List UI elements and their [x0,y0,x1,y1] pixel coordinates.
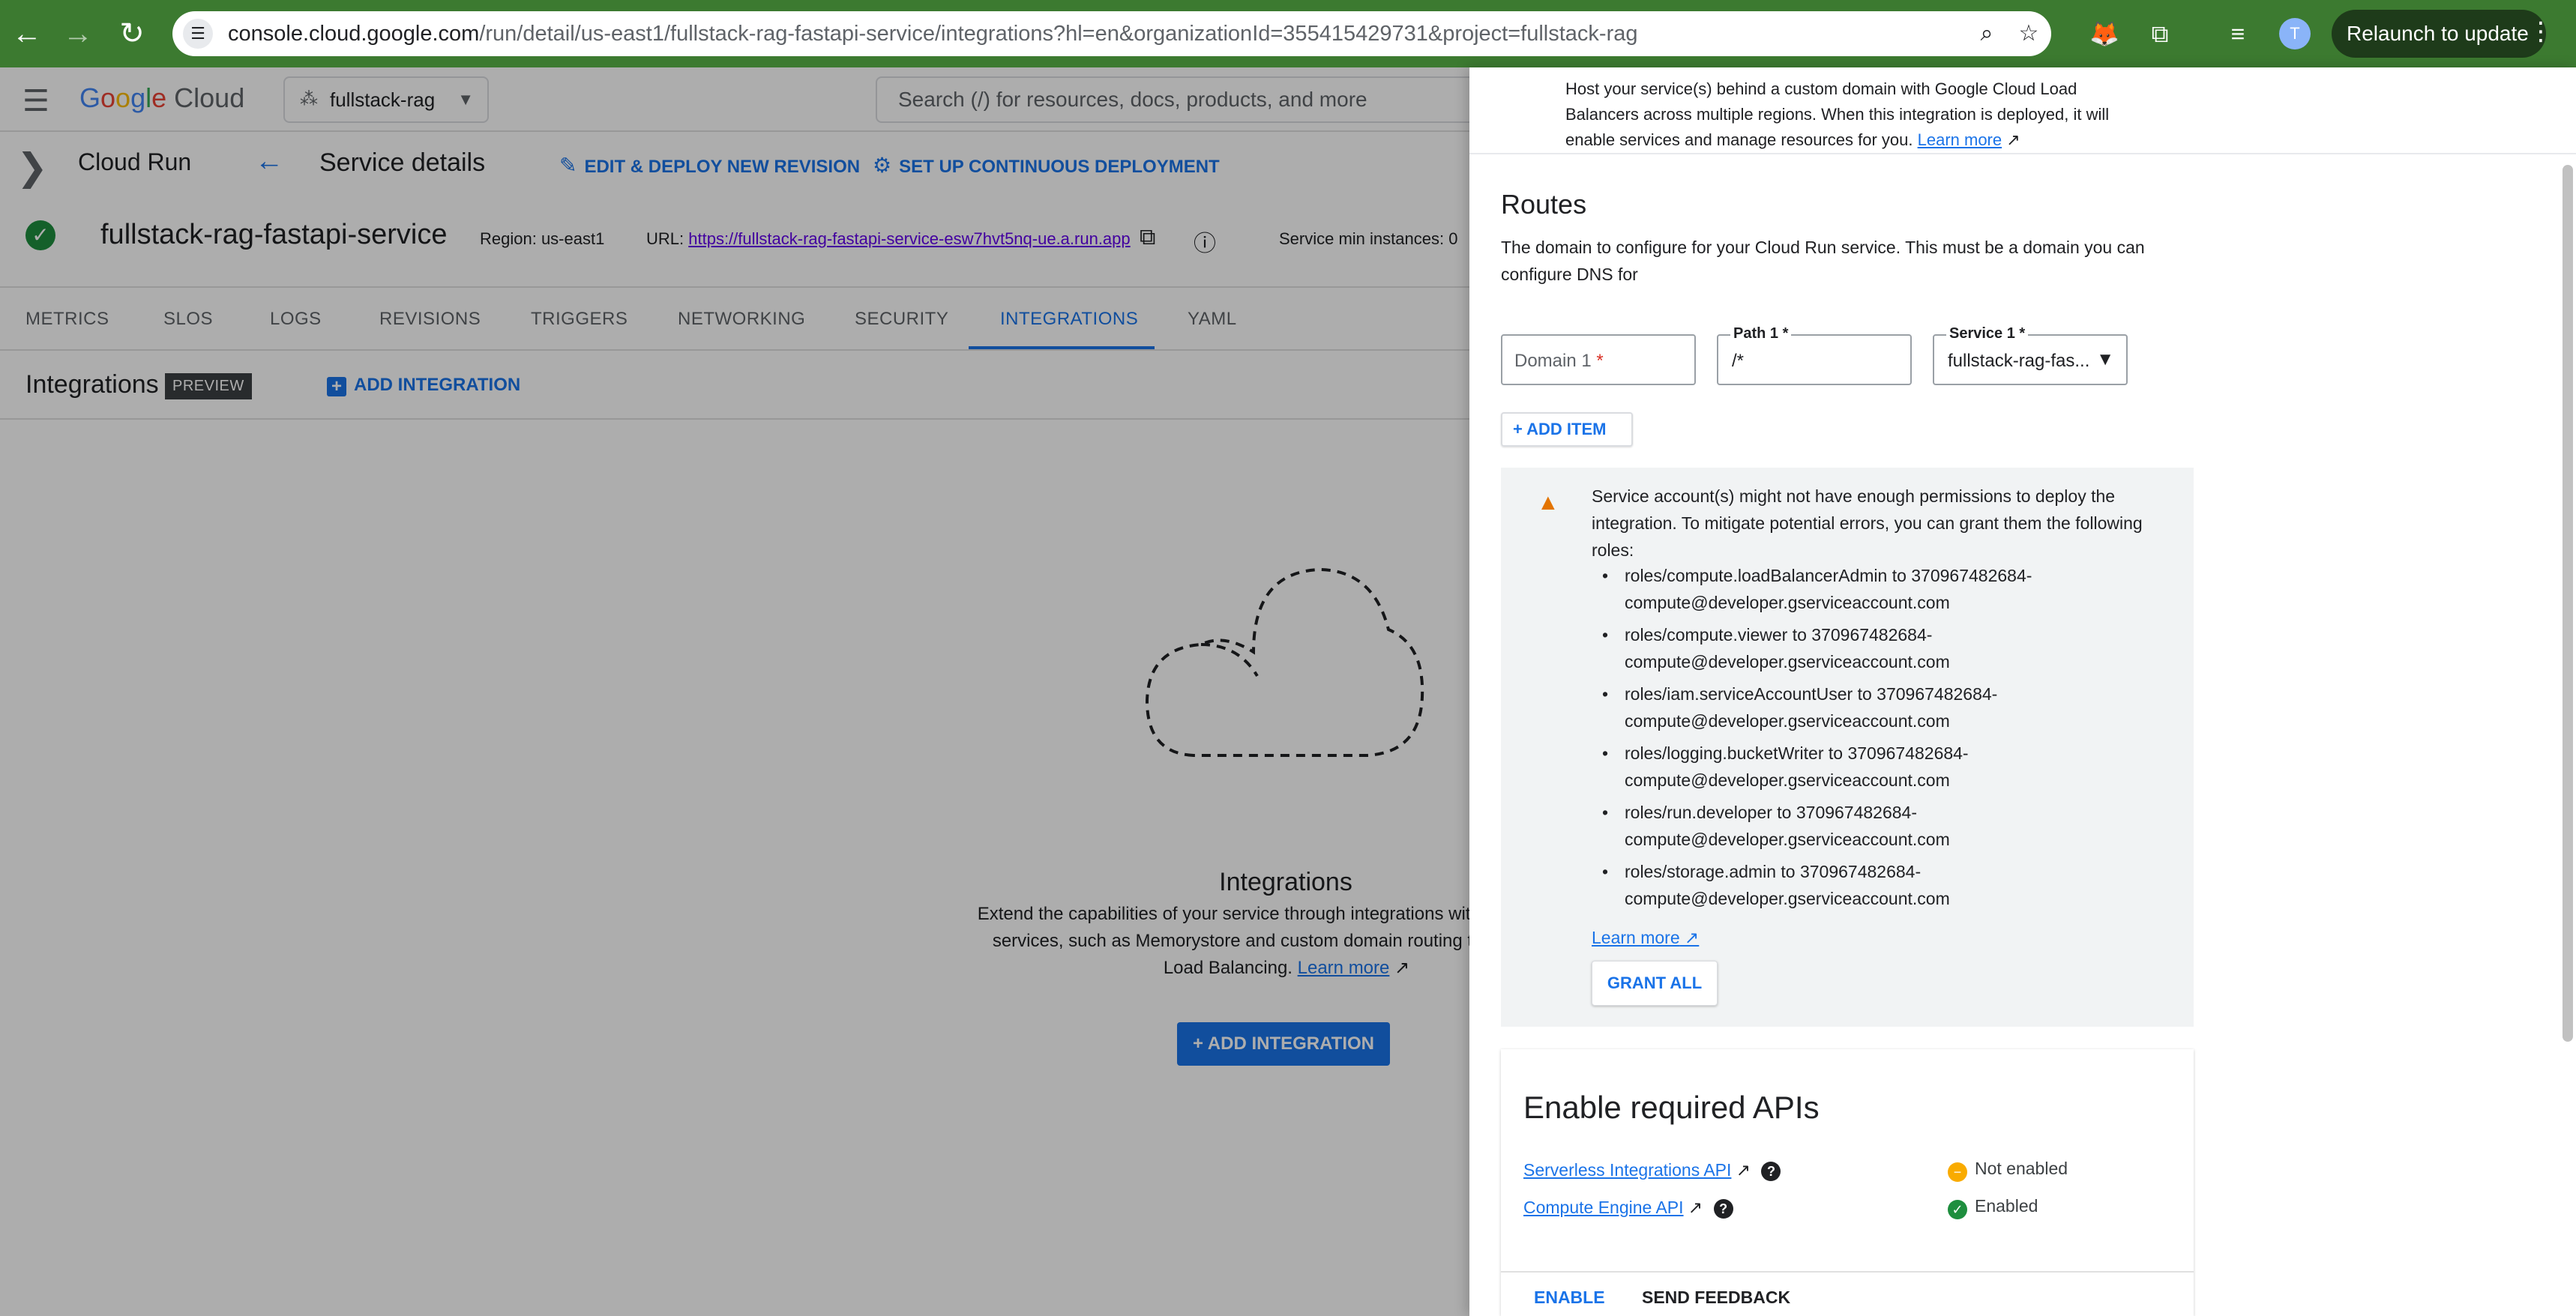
extensions-puzzle-icon[interactable]: ⧉ [2143,16,2177,51]
grant-all-button[interactable]: GRANT ALL [1592,961,1718,1006]
api-status: ✓ Enabled [1948,1196,2038,1219]
list-item: roles/compute.viewer to 370967482684-com… [1592,621,2169,675]
service-select[interactable]: Service 1 * fullstack-rag-fas... ▼ [1933,325,2128,385]
list-item: roles/run.developer to 370967482684-comp… [1592,799,2169,853]
external-link-icon: ↗ [2006,130,2020,149]
send-feedback-button[interactable]: SEND FEEDBACK [1642,1288,1790,1308]
integration-side-panel: Host your service(s) behind a custom dom… [1469,67,2576,1316]
reload-icon[interactable]: ↻ [105,0,159,67]
back-arrow-icon[interactable]: ← [0,0,54,67]
reading-list-icon[interactable]: ≡ [2221,16,2255,51]
forward-arrow-icon[interactable]: → [51,0,105,67]
list-item: roles/iam.serviceAccountUser to 37096748… [1592,680,2169,734]
modal-scrim[interactable] [0,67,1469,1316]
api-row: Serverless Integrations API ↗ ? [1523,1160,1781,1181]
divider [1469,153,2576,154]
zoom-icon[interactable]: ⌕ [1972,19,2002,49]
roles-list: roles/compute.loadBalancerAdmin to 37096… [1592,562,2169,917]
add-item-button[interactable]: + ADD ITEM [1501,412,1633,447]
warning-learn-more-link[interactable]: Learn more ↗ [1592,928,1699,948]
relaunch-button[interactable]: Relaunch to update [2332,10,2546,58]
list-item: roles/logging.bucketWriter to 3709674826… [1592,740,2169,794]
service-label: Service 1 * [1946,325,2029,342]
domain-input[interactable]: Domain 1 * [1501,334,1696,385]
external-link-icon: ↗ [1688,1198,1703,1217]
enabled-status-icon: ✓ [1948,1200,1967,1219]
api-status: − Not enabled [1948,1159,2068,1182]
profile-avatar[interactable]: T [2279,18,2311,49]
address-url[interactable]: console.cloud.google.com/run/detail/us-e… [228,11,1877,56]
bookmark-star-icon[interactable]: ☆ [2014,19,2044,49]
help-icon[interactable]: ? [1761,1162,1781,1181]
serverless-integrations-api-link[interactable]: Serverless Integrations API [1523,1160,1731,1180]
enable-button[interactable]: ENABLE [1534,1288,1605,1308]
browser-menu-icon[interactable]: ⋮ [2528,16,2554,46]
api-row: Compute Engine API ↗ ? [1523,1198,1733,1219]
panel-intro: Host your service(s) behind a custom dom… [1565,79,2110,149]
panel-scrollbar[interactable] [2563,165,2573,1042]
path-label: Path 1 * [1730,325,1792,342]
divider [1501,1271,2194,1273]
path-input[interactable]: Path 1 * /* [1717,325,1912,385]
help-icon[interactable]: ? [1713,1199,1733,1219]
browser-toolbar: ← → ↻ ☰ console.cloud.google.com/run/det… [0,0,2576,67]
warning-triangle-icon: ▲ [1537,490,1559,515]
compute-engine-api-link[interactable]: Compute Engine API [1523,1198,1684,1217]
routes-description: The domain to configure for your Cloud R… [1501,238,2145,284]
external-link-icon: ↗ [1736,1160,1751,1180]
metamask-extension-icon[interactable]: 🦊 [2087,16,2122,51]
intro-learn-more-link[interactable]: Learn more [1918,130,2002,149]
permission-warning: ▲ Service account(s) might not have enou… [1501,468,2194,1027]
caret-down-icon: ▼ [2096,349,2114,369]
routes-title: Routes [1501,189,1587,220]
not-enabled-status-icon: − [1948,1162,1967,1182]
list-item: roles/storage.admin to 370967482684-comp… [1592,858,2169,912]
site-info-icon[interactable]: ☰ [183,19,213,49]
external-link-icon: ↗ [1685,928,1700,947]
warning-text: Service account(s) might not have enough… [1592,486,2143,560]
required-apis-card: Enable required APIs Serverless Integrat… [1501,1049,2194,1316]
list-item: roles/compute.loadBalancerAdmin to 37096… [1592,562,2169,616]
address-bar[interactable]: ☰ console.cloud.google.com/run/detail/us… [172,11,2051,56]
apis-title: Enable required APIs [1523,1090,1820,1125]
